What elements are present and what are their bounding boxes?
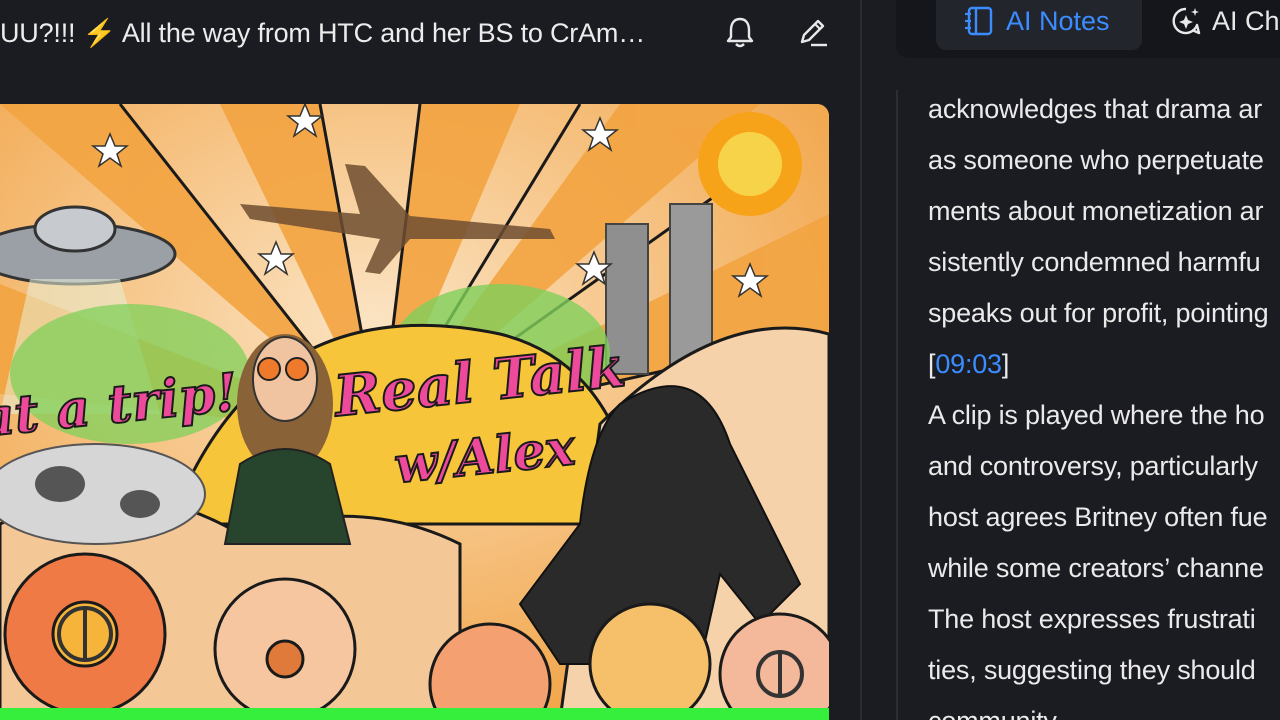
note-line: community [928,696,1280,720]
note-line: as someone who perpetuate [928,145,1264,175]
timestamp-line: [09:03] [928,339,1280,390]
notes-icon [965,6,993,36]
note-line: acknowledges that drama ar [928,94,1262,124]
note-line: The host expresses frustrati [928,604,1256,634]
tab-bar: AI Notes AI Chat [896,0,1280,58]
timestamp-link[interactable]: 09:03 [935,349,1002,379]
tab-ai-chat[interactable]: AI Chat [1170,0,1280,50]
edit-pencil-icon[interactable] [794,14,830,50]
ai-side-panel: AI Notes AI Chat acknowledges that drama… [862,0,1280,720]
note-line: while some creators’ channe [928,553,1264,583]
tab-ai-notes[interactable]: AI Notes [936,0,1142,50]
note-line: ments about monetization ar [928,196,1264,226]
note-line: A clip is played where the ho [928,400,1265,430]
video-pane: UU?!!! ⚡ All the way from HTC and her BS… [0,0,861,720]
thumbnail-green-strip [0,708,829,720]
video-thumbnail[interactable]: at a trip! Real Talk w/Alex [0,104,829,720]
note-line: ties, suggesting they should [928,655,1256,685]
note-line: host agrees Britney often fue [928,502,1268,532]
video-title: UU?!!! ⚡ All the way from HTC and her BS… [0,18,646,48]
tab-ai-chat-label: AI Chat [1212,5,1280,36]
timestamp-bracket-close: ] [1001,349,1010,379]
video-header: UU?!!! ⚡ All the way from HTC and her BS… [0,0,861,66]
tab-ai-notes-label: AI Notes [1006,5,1110,36]
ai-notes-content: acknowledges that drama ar as someone wh… [928,84,1280,720]
note-line: and controversy, particularly [928,451,1258,481]
note-line: speaks out for profit, pointing [928,298,1269,328]
note-line: sistently condemned harmfu [928,247,1261,277]
notes-scroll-track[interactable] [896,90,898,720]
chat-sparkle-icon [1172,7,1201,35]
bell-icon[interactable] [722,14,758,50]
